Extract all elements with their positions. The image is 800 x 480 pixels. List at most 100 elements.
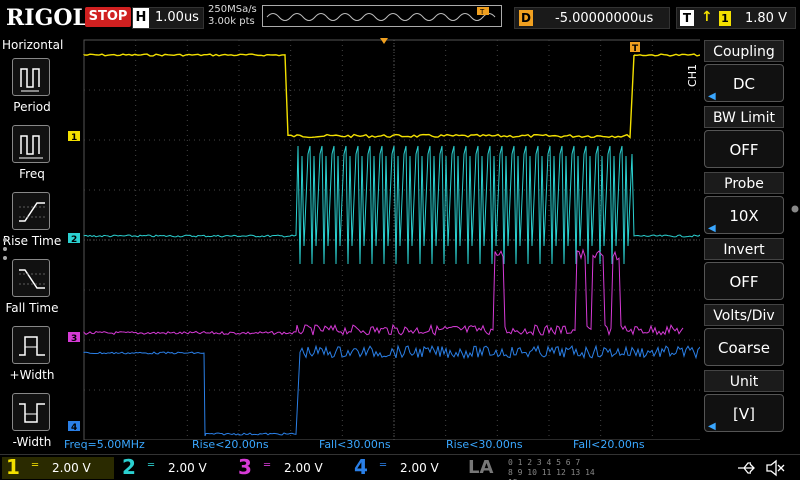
dc-coupling-icon: ═ <box>380 460 387 471</box>
measurement-fall-ch2: Fall<20.00ns <box>573 438 645 451</box>
horizontal-panel-title: Horizontal <box>2 38 64 52</box>
panel-page-dots-icon <box>3 238 7 260</box>
waveform-grid: 1 2 3 4 T <box>68 38 700 440</box>
la-digits-row1: 0 1 2 3 4 5 6 7 <box>508 458 581 467</box>
measurement-rise-ch2: Rise<30.00ns <box>446 438 523 451</box>
coupling-title: Coupling <box>704 40 784 62</box>
dc-coupling-icon: ═ <box>148 460 155 471</box>
brand-logo: RIGOL <box>6 5 88 31</box>
rising-edge-icon: ↑ <box>701 9 713 25</box>
channel-status-bar: 1 ═ 2.00 V 2 ═ 2.00 V 3 ═ 2.00 V 4 ═ 2.0… <box>0 454 800 480</box>
measure-rise-time[interactable]: Rise Time <box>0 192 64 258</box>
unit-value[interactable]: ◀ [V] <box>704 394 784 432</box>
coupling-value[interactable]: ◀ DC <box>704 64 784 102</box>
delay-value: -5.00000000us <box>555 11 654 26</box>
channel-2-number: 2 <box>122 455 136 479</box>
period-icon <box>12 58 50 96</box>
channel-2-scale: 2.00 V <box>168 461 207 475</box>
svg-text:T: T <box>479 8 485 16</box>
unit-value-text: [V] <box>733 405 755 423</box>
trigger-box[interactable]: T ↑ 1 1.80 V <box>676 7 796 29</box>
measure-freq[interactable]: Freq <box>0 125 64 191</box>
bw-limit-menu-item[interactable]: BW Limit OFF <box>704 106 784 170</box>
measure-pos-width[interactable]: +Width <box>0 326 64 392</box>
neg-width-icon <box>12 393 50 431</box>
timebase-value: 1.00us <box>155 10 199 25</box>
timebase-box[interactable]: H 1.00us <box>132 7 204 29</box>
measurement-fall-ch1: Fall<30.00ns <box>319 438 391 451</box>
trigger-source: 1 <box>719 11 731 26</box>
logic-analyzer-status[interactable]: LA 0 1 2 3 4 5 6 7 8 9 10 11 12 13 14 15 <box>468 457 608 480</box>
bw-limit-value[interactable]: OFF <box>704 130 784 168</box>
ch1-ground-marker-label: 1 <box>71 133 77 143</box>
pos-width-icon <box>12 326 50 364</box>
rise-time-icon <box>12 192 50 230</box>
pos-width-label: +Width <box>9 368 55 382</box>
memory-waveform-icon: T <box>266 7 496 21</box>
freq-label: Freq <box>19 167 45 181</box>
delay-tag: D <box>519 10 533 26</box>
channel-4-scale: 2.00 V <box>400 461 439 475</box>
sample-info: 250MSa/s 3.00k pts <box>208 4 257 28</box>
channel-4-status[interactable]: 4 ═ 2.00 V <box>350 455 462 479</box>
neg-width-label: -Width <box>12 435 52 449</box>
channel-4-number: 4 <box>354 455 368 479</box>
invert-title: Invert <box>704 238 784 260</box>
volts-div-value[interactable]: Coarse <box>704 328 784 366</box>
ch2-ground-marker-label: 2 <box>71 235 77 245</box>
measure-neg-width[interactable]: -Width <box>0 393 64 459</box>
multipurpose-knob-icon <box>791 205 799 213</box>
speaker-muted-icon[interactable] <box>764 459 786 477</box>
top-status-bar: RIGOL STOP H 1.00us 250MSa/s 3.00k pts T… <box>0 0 800 36</box>
channel-1-scale: 2.00 V <box>52 461 91 475</box>
coupling-value-text: DC <box>732 75 756 93</box>
measure-fall-time[interactable]: Fall Time <box>0 259 64 325</box>
bw-limit-title: BW Limit <box>704 106 784 128</box>
run-stop-indicator[interactable]: STOP <box>85 7 131 27</box>
horizontal-measure-panel: Horizontal Period Freq Rise Time Fall Ti… <box>0 36 64 456</box>
dc-coupling-icon: ═ <box>264 460 271 471</box>
menu-channel-label: CH1 <box>686 64 699 87</box>
trigger-level: 1.80 V <box>745 11 787 26</box>
usb-icon <box>738 462 755 474</box>
la-label: LA <box>468 457 494 478</box>
measurement-bar: Freq=5.00MHz Rise<20.00ns Fall<30.00ns R… <box>64 438 700 452</box>
probe-value[interactable]: ◀ 10X <box>704 196 784 234</box>
probe-title: Probe <box>704 172 784 194</box>
measure-period[interactable]: Period <box>0 58 64 124</box>
grid-frame <box>83 39 700 440</box>
probe-menu-item[interactable]: Probe ◀ 10X <box>704 172 784 236</box>
volts-div-menu-item[interactable]: Volts/Div Coarse <box>704 304 784 368</box>
delay-box[interactable]: D -5.00000000us <box>514 7 670 29</box>
unit-menu-item[interactable]: Unit ◀ [V] <box>704 370 784 434</box>
probe-value-text: 10X <box>729 207 759 225</box>
measurement-rise-ch1: Rise<20.00ns <box>192 438 269 451</box>
invert-menu-item[interactable]: Invert OFF <box>704 238 784 302</box>
invert-value[interactable]: OFF <box>704 262 784 300</box>
fall-time-label: Fall Time <box>5 301 59 315</box>
ch3-ground-marker-label: 3 <box>71 334 77 344</box>
dc-coupling-icon: ═ <box>32 460 39 471</box>
channel1-menu: CH1 Coupling ◀ DC BW Limit OFF Probe ◀ 1… <box>686 36 800 456</box>
arrow-left-icon: ◀ <box>708 421 716 432</box>
sample-rate: 250MSa/s <box>208 4 257 15</box>
la-channel-digits: 0 1 2 3 4 5 6 7 8 9 10 11 12 13 14 15 <box>508 458 608 480</box>
channel-3-scale: 2.00 V <box>284 461 323 475</box>
memory-overview-strip: T <box>262 5 502 27</box>
channel-3-status[interactable]: 3 ═ 2.00 V <box>234 455 346 479</box>
channel-1-status[interactable]: 1 ═ 2.00 V <box>2 455 114 479</box>
ch4-ground-marker-label: 4 <box>71 423 77 433</box>
channel-3-number: 3 <box>238 455 252 479</box>
timebase-tag: H <box>133 8 149 28</box>
trigger-level-marker-label: T <box>632 44 639 54</box>
waveform-display[interactable]: 1 2 3 4 T <box>64 36 700 440</box>
freq-icon <box>12 125 50 163</box>
channel-2-status[interactable]: 2 ═ 2.00 V <box>118 455 230 479</box>
volts-div-title: Volts/Div <box>704 304 784 326</box>
fall-time-icon <box>12 259 50 297</box>
coupling-menu-item[interactable]: Coupling ◀ DC <box>704 40 784 104</box>
memory-depth: 3.00k pts <box>208 16 255 27</box>
rise-time-label: Rise Time <box>2 234 62 248</box>
measurement-freq: Freq=5.00MHz <box>64 438 145 451</box>
trigger-tag: T <box>680 10 694 26</box>
